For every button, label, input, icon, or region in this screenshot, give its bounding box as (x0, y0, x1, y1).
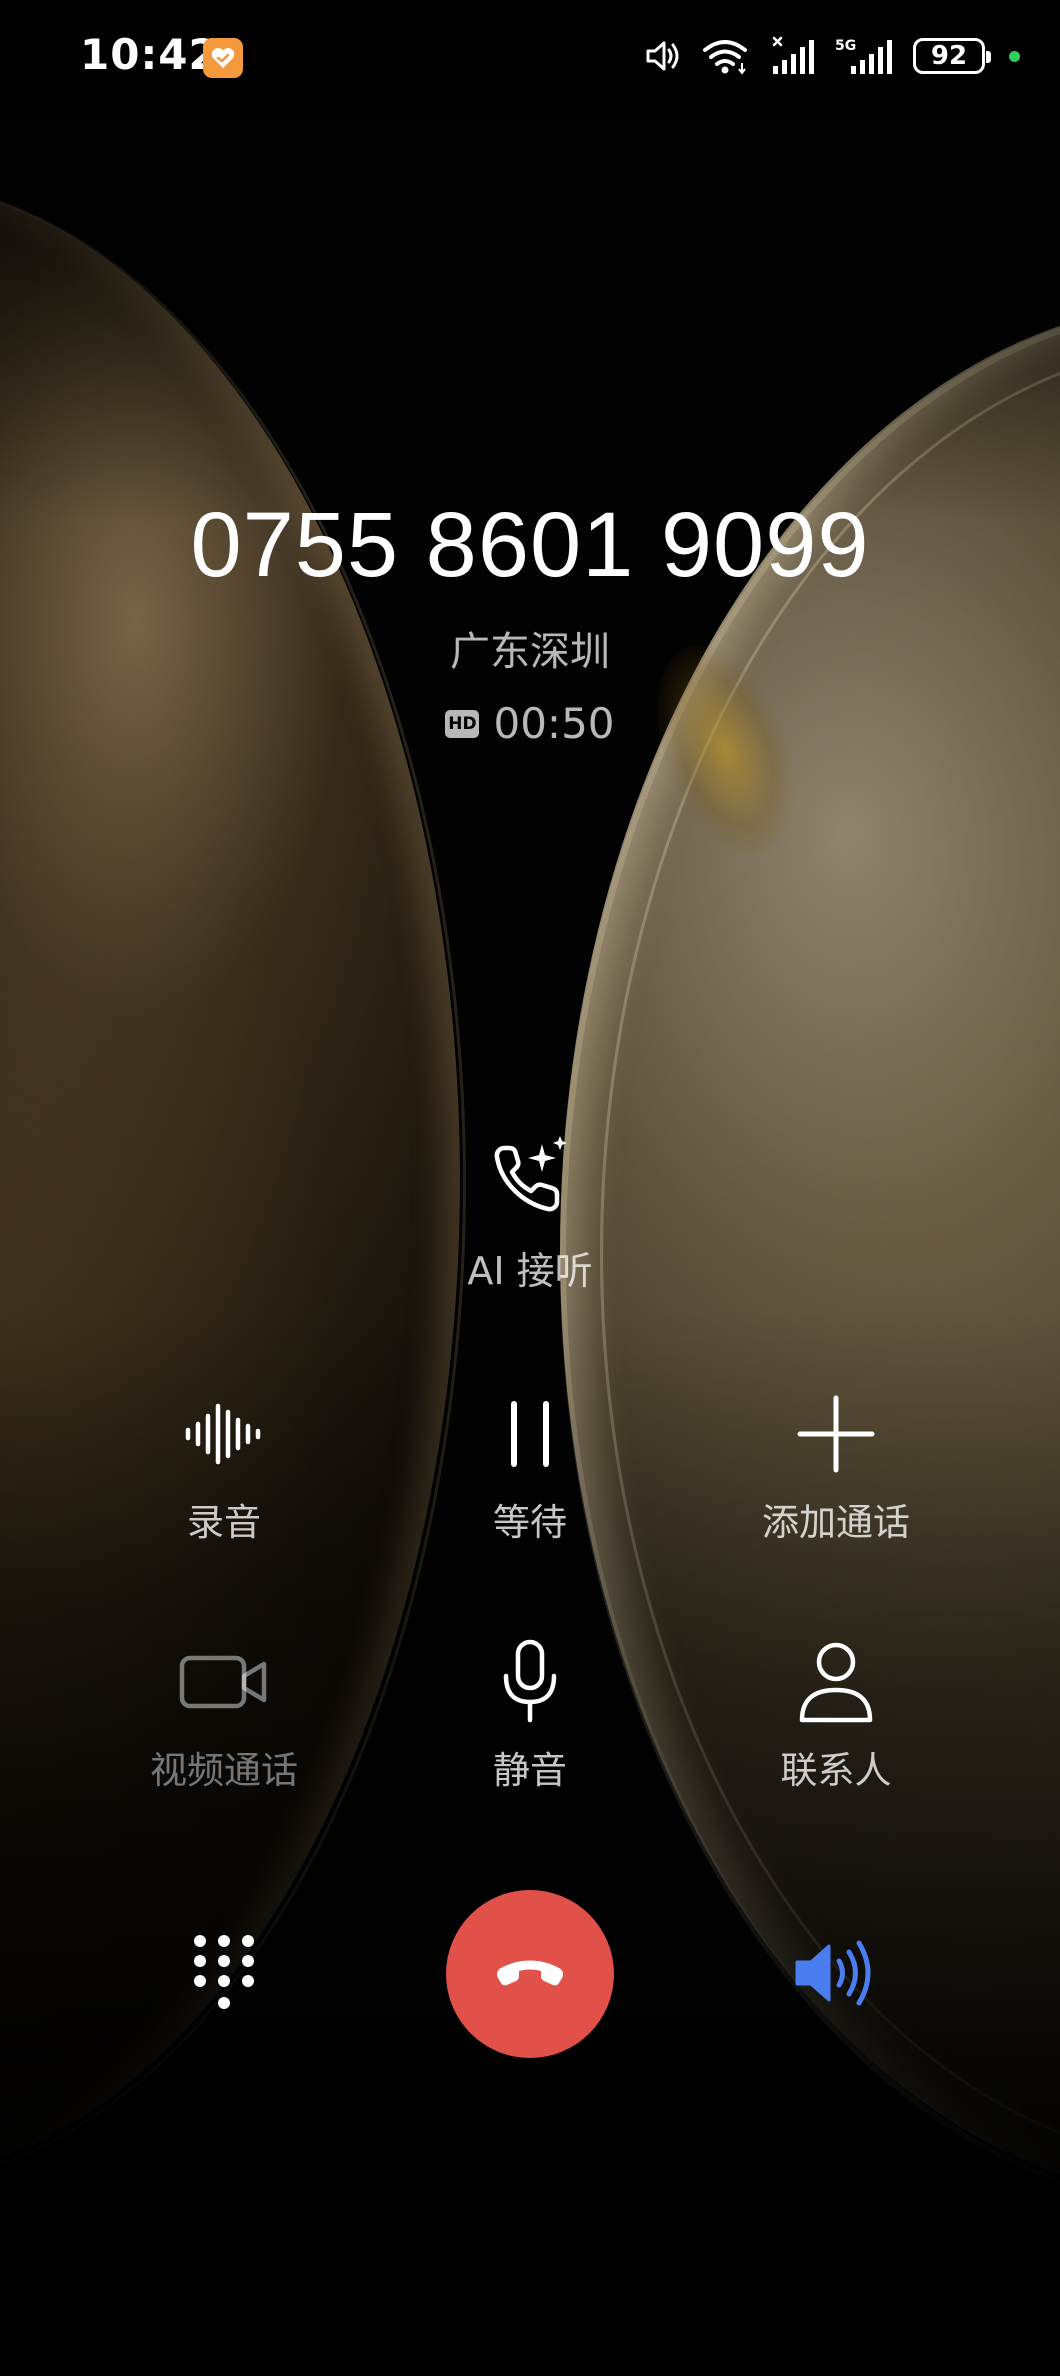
signal-icon (769, 36, 817, 76)
volume-icon (643, 36, 683, 76)
call-duration: 00:50 (493, 699, 615, 748)
call-meta: HD 00:50 (0, 698, 1060, 750)
person-icon (796, 1640, 876, 1728)
status-icons: 5G 92 (643, 34, 1020, 78)
charging-dot-icon (1009, 50, 1020, 62)
ai-answer-button[interactable]: AI 接听 (430, 1130, 630, 1300)
pause-icon (500, 1398, 560, 1474)
status-time: 10:42 (80, 30, 219, 79)
video-call-label: 视频通话 (150, 1749, 298, 1792)
video-camera-icon (178, 1650, 270, 1718)
record-button[interactable]: 录音 (104, 1390, 344, 1560)
speaker-icon (793, 1937, 877, 2013)
record-label: 录音 (187, 1501, 261, 1544)
video-call-button[interactable]: 视频通话 (104, 1638, 344, 1808)
caller-info: 0755 8601 9099 广东深圳 HD 00:50 (0, 490, 1060, 750)
notification-app-icon (203, 38, 243, 78)
battery-icon: 92 (913, 38, 991, 74)
battery-level: 92 (930, 41, 968, 71)
wallpaper-left-orb-rim (0, 180, 466, 2186)
speaker-button[interactable] (780, 1920, 890, 2030)
ai-answer-label: AI 接听 (467, 1249, 593, 1293)
wallpaper-left-orb (0, 180, 460, 2180)
end-call-button[interactable] (446, 1890, 614, 2058)
status-bar: 10:42 5G 92 (0, 0, 1060, 110)
signal-5g-icon: 5G (835, 36, 895, 76)
plus-icon (796, 1394, 876, 1478)
contacts-label: 联系人 (780, 1749, 892, 1792)
mute-label: 静音 (493, 1749, 567, 1792)
dialpad-button[interactable] (174, 1925, 274, 2025)
add-call-label: 添加通话 (762, 1501, 910, 1544)
mute-button[interactable]: 静音 (410, 1638, 650, 1808)
hd-badge: HD (445, 710, 480, 738)
hold-label: 等待 (493, 1501, 567, 1544)
phone-sparkle-icon (482, 1130, 578, 1230)
hold-button[interactable]: 等待 (410, 1390, 650, 1560)
contacts-button[interactable]: 联系人 (716, 1638, 956, 1808)
hang-up-icon (492, 1952, 568, 1996)
waveform-icon (182, 1398, 266, 1474)
microphone-icon (498, 1638, 562, 1730)
network-type-label: 5G (835, 38, 856, 54)
in-call-screen: 10:42 5G 92 0755 8601 9099 广东深圳 HD 00:50… (0, 0, 1060, 2376)
dialpad-icon (192, 1933, 256, 2017)
add-call-button[interactable]: 添加通话 (716, 1390, 956, 1560)
wifi-icon (701, 36, 751, 76)
caller-location: 广东深圳 (450, 629, 610, 675)
caller-number: 0755 8601 9099 (190, 494, 870, 596)
